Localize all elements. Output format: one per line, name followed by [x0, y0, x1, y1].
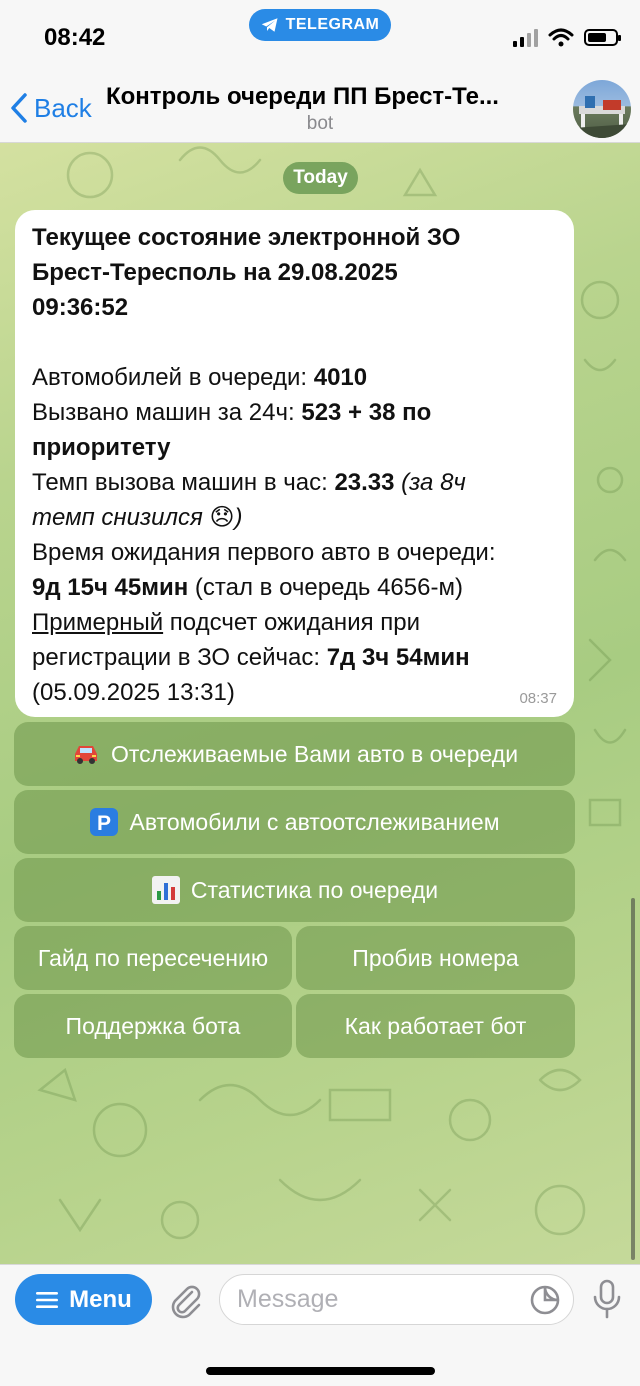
called-label: Вызвано машин за 24ч: [32, 399, 302, 426]
queue-stats-button[interactable]: Статистика по очереди [14, 858, 575, 922]
called-value: 523 + 38 по [301, 399, 432, 426]
how-bot-works-label: Как работает бот [344, 1012, 527, 1039]
how-bot-works-button[interactable]: Как работает бот [296, 994, 575, 1058]
rate-note-end: ) [234, 504, 243, 531]
chat-title[interactable]: Контроль очереди ПП Брест-Те... [106, 83, 546, 111]
date-chip: Today [283, 162, 358, 194]
crossing-guide-button[interactable]: Гайд по пересечению [14, 926, 292, 990]
tracked-cars-label: Отслеживаемые Вами авто в очереди [110, 740, 519, 767]
status-time: 08:42 [44, 24, 106, 51]
approx-value: 7д 3ч 54мин [326, 644, 470, 671]
battery-icon [584, 29, 621, 46]
message-placeholder: Message [237, 1285, 339, 1313]
rate-label: Темп вызова машин в час: [32, 469, 335, 496]
chat-subtitle: bot [306, 113, 334, 134]
bot-avatar[interactable] [573, 80, 631, 138]
approx-date: (05.09.2025 13:31) [32, 679, 235, 706]
parking-icon: P [89, 807, 119, 837]
bot-support-button[interactable]: Поддержка бота [14, 994, 292, 1058]
wait-note: (стал в очередь 4656-м) [188, 574, 463, 601]
rate-value: 23.33 [334, 469, 395, 496]
message-title-line1: Текущее состояние электронной ЗО [32, 224, 461, 251]
auto-tracking-label: Автомобили с автоотслеживанием [129, 808, 500, 835]
microphone-icon[interactable] [590, 1279, 624, 1319]
hamburger-icon [36, 1291, 59, 1308]
message-title-line3: 09:36:52 [32, 294, 129, 321]
home-indicator [206, 1367, 435, 1375]
sticker-icon[interactable] [529, 1284, 561, 1316]
plate-check-label: Пробив номера [352, 944, 519, 971]
message-input[interactable]: Message [219, 1274, 574, 1325]
menu-button[interactable]: Menu [15, 1274, 152, 1325]
scroll-indicator[interactable] [631, 898, 635, 1260]
bar-chart-icon [151, 875, 181, 905]
status-icons [513, 28, 621, 47]
auto-tracking-button[interactable]: P Автомобили с автоотслеживанием [14, 790, 575, 854]
cars-label: Автомобилей в очереди: [32, 364, 314, 391]
telegram-pill-label: TELEGRAM [285, 16, 380, 33]
wifi-icon [548, 28, 574, 47]
svg-text:P: P [97, 812, 111, 835]
cars-value: 4010 [313, 364, 368, 391]
message-time: 08:37 [519, 690, 557, 707]
called-value-cont: приоритету [32, 434, 171, 461]
signal-icon [513, 28, 538, 47]
telegram-pill[interactable]: TELEGRAM [249, 9, 391, 41]
sad-face-emoji: 😞 [209, 504, 235, 531]
top-bar: 08:42 TELEGRAM Back Контроль очереди ПП … [0, 0, 640, 143]
bot-message: Текущее состояние электронной ЗО Брест-Т… [15, 210, 574, 717]
wait-value: 9д 15ч 45мин [32, 574, 189, 601]
tracked-cars-button[interactable]: Отслеживаемые Вами авто в очереди [14, 722, 575, 786]
rate-note: (за 8ч [394, 469, 466, 496]
car-icon [71, 739, 101, 769]
avatar-image [573, 96, 631, 138]
rate-note-cont: темп снизился [32, 504, 210, 531]
paperclip-icon[interactable] [166, 1282, 204, 1320]
telegram-icon [261, 18, 278, 32]
bot-support-label: Поддержка бота [65, 1012, 241, 1039]
composer-bar: Menu Message [0, 1264, 640, 1386]
menu-label: Menu [69, 1285, 132, 1313]
approx-label: регистрации в ЗО сейчас: [32, 644, 327, 671]
crossing-guide-label: Гайд по пересечению [37, 944, 269, 971]
message-title-line2: Брест-Тересполь на 29.08.2025 [32, 259, 398, 286]
plate-check-button[interactable]: Пробив номера [296, 926, 575, 990]
queue-stats-label: Статистика по очереди [190, 876, 439, 903]
wait-label: Время ожидания первого авто в очереди: [32, 539, 496, 566]
approx-rest: подсчет ожидания при [163, 609, 421, 636]
approx-word: Примерный [32, 609, 164, 636]
